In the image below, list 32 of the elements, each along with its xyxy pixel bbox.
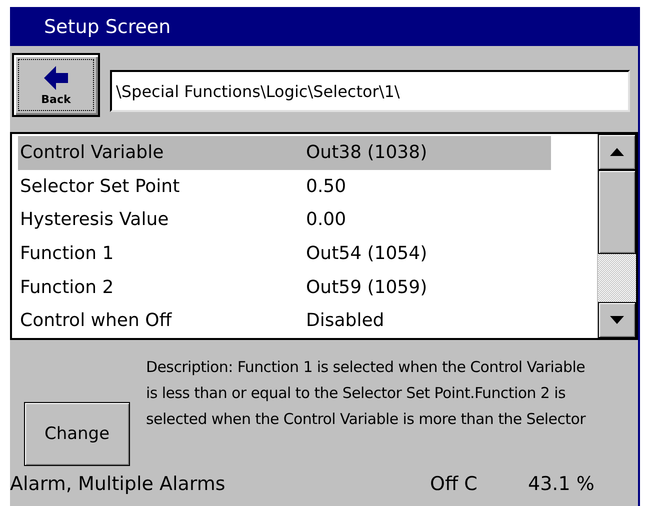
parameter-value: Disabled bbox=[306, 310, 386, 332]
description-text: Description: Function 1 is selected when the Control Variable is less than or equal to the Selector Set Point.Function 2 is selected when the Control Variable is more than the Selector bbox=[146, 357, 586, 430]
alarm-status: Alarm, Multiple Alarms bbox=[10, 473, 226, 495]
parameter-label: Control Variable bbox=[20, 142, 165, 164]
parameter-label: Control when Off bbox=[20, 310, 173, 332]
parameter-value: Out54 (1054) bbox=[306, 243, 428, 264]
parameter-label: Function 1 bbox=[20, 243, 115, 264]
parameter-row[interactable]: Hysteresis Value 0.00 bbox=[18, 203, 551, 237]
parameter-row[interactable]: Control Variable Out38 (1038) bbox=[18, 136, 551, 170]
back-arrow-icon bbox=[43, 64, 69, 90]
window-title: Setup Screen bbox=[44, 16, 171, 38]
path-field[interactable]: \Special Functions\Logic\Selector\1\ bbox=[110, 70, 630, 112]
parameter-label: Function 2 bbox=[20, 276, 115, 298]
parameter-label: Selector Set Point bbox=[20, 176, 181, 197]
parameter-value: Out38 (1038) bbox=[306, 142, 428, 164]
up-triangle-icon bbox=[610, 148, 624, 156]
mode-status: Off C bbox=[430, 473, 478, 495]
scroll-up-button[interactable] bbox=[598, 134, 636, 170]
parameter-row[interactable]: Function 1 Out54 (1054) bbox=[18, 236, 551, 270]
scroll-thumb[interactable] bbox=[598, 170, 636, 254]
parameter-value: 0.50 bbox=[306, 176, 348, 197]
change-button[interactable]: Change bbox=[24, 402, 130, 466]
parameter-value: Out59 (1059) bbox=[306, 276, 428, 298]
parameter-row[interactable]: Selector Set Point 0.50 bbox=[18, 170, 551, 204]
down-triangle-icon bbox=[610, 316, 624, 324]
parameter-value: 0.00 bbox=[306, 209, 348, 230]
back-button[interactable]: Back bbox=[12, 53, 100, 117]
parameter-label: Hysteresis Value bbox=[20, 209, 170, 230]
scroll-down-button[interactable] bbox=[598, 302, 636, 338]
output-reading: 43.1 % bbox=[528, 473, 594, 495]
parameter-row[interactable]: Control when Off Disabled bbox=[18, 304, 551, 338]
parameter-row[interactable]: Function 2 Out59 (1059) bbox=[18, 270, 551, 304]
